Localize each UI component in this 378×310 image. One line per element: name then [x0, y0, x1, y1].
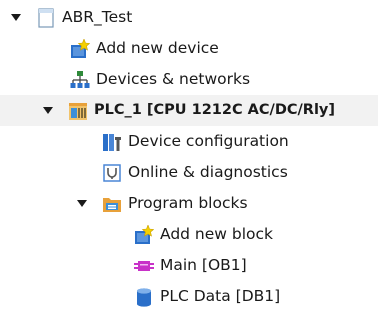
tree-item-device-configuration[interactable]: Device configuration: [0, 126, 378, 157]
tree-item-label: PLC Data [DB1]: [160, 287, 281, 305]
tree-item-label: ABR_Test: [62, 8, 133, 26]
add-device-icon: [70, 39, 90, 59]
project-icon: [36, 8, 56, 28]
tree-item-add-new-device[interactable]: Add new device: [0, 33, 378, 64]
expand-arrow-icon[interactable]: [76, 198, 88, 210]
folder-icon: [102, 194, 122, 214]
tree-item-label: Add new block: [160, 225, 274, 243]
tree-item-online-diagnostics[interactable]: Online & diagnostics: [0, 157, 378, 188]
tree-item-project[interactable]: ABR_Test: [0, 2, 378, 33]
tree-item-plc[interactable]: PLC_1 [CPU 1212C AC/DC/Rly]: [0, 95, 378, 126]
add-block-icon: [134, 225, 154, 245]
device-config-icon: [102, 132, 122, 152]
tree-item-label: Add new device: [96, 39, 219, 57]
tree-item-label: Device configuration: [128, 132, 289, 150]
tree-item-main-ob1[interactable]: Main [OB1]: [0, 250, 378, 281]
tree-item-label: Main [OB1]: [160, 256, 247, 274]
expand-arrow-icon[interactable]: [42, 105, 54, 117]
db-block-icon: [134, 287, 154, 307]
project-tree: ABR_Test Add new device Devices & networ…: [0, 0, 378, 310]
tree-item-devices-networks[interactable]: Devices & networks: [0, 64, 378, 95]
tree-item-label: Devices & networks: [96, 70, 251, 88]
tree-item-plc-data-db1[interactable]: PLC Data [DB1]: [0, 281, 378, 310]
tree-item-program-blocks[interactable]: Program blocks: [0, 188, 378, 219]
tree-item-label: Program blocks: [128, 194, 248, 212]
network-icon: [70, 70, 90, 90]
expand-arrow-icon[interactable]: [10, 12, 22, 24]
plc-icon: [68, 101, 88, 121]
tree-item-label: Online & diagnostics: [128, 163, 288, 181]
tree-item-label: PLC_1 [CPU 1212C AC/DC/Rly]: [94, 102, 336, 118]
diagnostics-icon: [102, 163, 122, 183]
tree-item-add-new-block[interactable]: Add new block: [0, 219, 378, 250]
ob-block-icon: [134, 256, 154, 276]
